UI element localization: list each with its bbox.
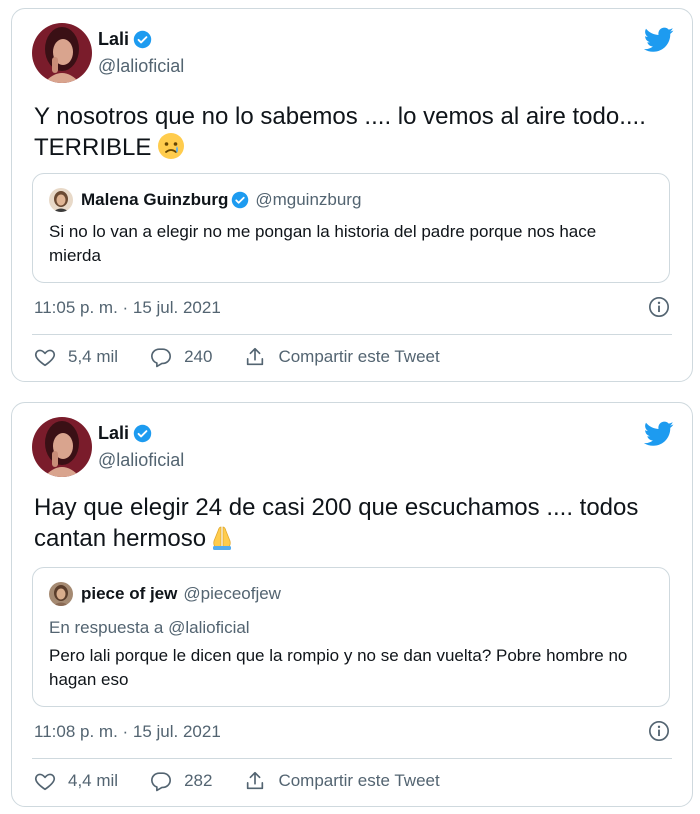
verified-badge-icon (232, 191, 249, 209)
quoted-tweet[interactable]: Malena Guinzburg @mguinzburg Si no lo va… (32, 173, 670, 283)
divider (32, 334, 672, 335)
avatar[interactable] (32, 23, 92, 83)
verified-badge-icon (133, 30, 152, 49)
divider (32, 758, 672, 759)
reply-button[interactable]: 240 (150, 346, 212, 368)
tweet-timestamp[interactable]: 11:08 p. m. · 15 jul. 2021 (34, 722, 221, 742)
share-label: Compartir este Tweet (278, 347, 440, 366)
tweet-text: Hay que elegir 24 de casi 200 que escuch… (34, 492, 662, 559)
heart-icon (34, 349, 56, 367)
verified-badge-icon (133, 424, 152, 443)
crying-face-emoji-icon (157, 132, 185, 168)
quoted-tweet-text: Si no lo van a elegir no me pongan la hi… (49, 222, 597, 265)
author-name[interactable]: Lali (98, 423, 129, 444)
share-icon (247, 347, 264, 366)
in-reply-to: En respuesta a @lalioficial (49, 618, 250, 637)
folded-hands-emoji-icon (208, 523, 236, 559)
tweet-card[interactable]: Lali @lalioficial Y nosotros que no lo s… (11, 8, 693, 382)
reply-button[interactable]: 282 (150, 770, 212, 792)
share-button[interactable]: Compartir este Tweet (244, 770, 440, 792)
quoted-avatar[interactable] (49, 582, 73, 606)
author-handle[interactable]: @lalioficial (98, 450, 184, 471)
quoted-author-name: Malena Guinzburg (81, 190, 229, 209)
author-name[interactable]: Lali (98, 29, 129, 50)
share-button[interactable]: Compartir este Tweet (244, 346, 440, 368)
quoted-tweet-text: Pero lali porque le dicen que la rompio … (49, 646, 628, 689)
like-button[interactable]: 4,4 mil (34, 770, 118, 792)
action-bar: 4,4 mil 282 Compartir este Tweet (34, 770, 472, 792)
tweet-card[interactable]: Lali @lalioficial Hay que elegir 24 de c… (11, 402, 693, 807)
tweet-timestamp[interactable]: 11:05 p. m. · 15 jul. 2021 (34, 298, 221, 318)
author-handle[interactable]: @lalioficial (98, 56, 184, 77)
info-icon[interactable] (648, 720, 670, 742)
heart-icon (34, 773, 56, 791)
like-count: 5,4 mil (68, 347, 119, 366)
info-icon[interactable] (648, 296, 670, 318)
quoted-avatar[interactable] (49, 188, 73, 212)
avatar[interactable] (32, 417, 92, 477)
quoted-author-name: piece of jew (81, 584, 178, 603)
twitter-bird-icon[interactable] (644, 27, 674, 53)
twitter-bird-icon[interactable] (644, 421, 674, 447)
action-bar: 5,4 mil 240 Compartir este Tweet (34, 346, 472, 368)
reply-bubble-icon (151, 772, 172, 792)
like-button[interactable]: 5,4 mil (34, 346, 118, 368)
reply-count: 282 (184, 771, 213, 790)
share-label: Compartir este Tweet (278, 771, 440, 790)
like-count: 4,4 mil (68, 771, 119, 790)
share-icon (247, 771, 264, 790)
quoted-author-handle: @mguinzburg (255, 190, 362, 209)
quoted-author-handle: @pieceofjew (183, 584, 281, 603)
tweet-text: Y nosotros que no lo sabemos .... lo vem… (34, 101, 662, 168)
reply-count: 240 (184, 347, 213, 366)
quoted-tweet[interactable]: piece of jew @pieceofjew En respuesta a … (32, 567, 670, 707)
reply-bubble-icon (151, 348, 172, 368)
